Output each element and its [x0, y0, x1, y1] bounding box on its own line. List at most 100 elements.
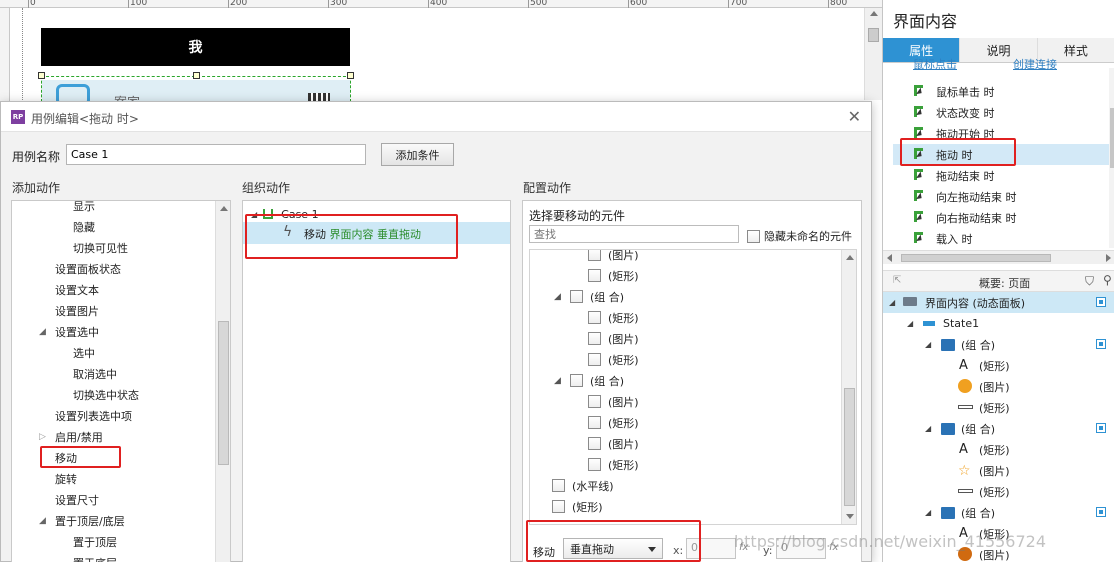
close-icon[interactable]: ✕	[848, 107, 861, 126]
collapse-panel-icon[interactable]: ⇱	[893, 275, 901, 286]
outline-item-group[interactable]: ◢ (组 合)	[883, 418, 1114, 439]
scroll-thumb[interactable]	[901, 254, 1051, 262]
resize-handle[interactable]	[38, 72, 45, 79]
scroll-up-icon[interactable]	[846, 255, 854, 260]
widget-tree-item[interactable]: (矩形)	[588, 412, 639, 433]
action-item-rotate[interactable]: 旋转	[55, 468, 77, 489]
widget-tree-item[interactable]: (图片)	[588, 433, 639, 454]
collapse-arrow-icon[interactable]: ◢	[554, 292, 561, 302]
mask-toggle-icon[interactable]	[1096, 297, 1106, 307]
action-item-hide[interactable]: 隐藏	[73, 216, 95, 237]
add-action-scrollbar[interactable]	[215, 201, 230, 562]
widget-tree-item[interactable]: (图片)	[588, 391, 639, 412]
action-item-toggle-selected[interactable]: 切换选中状态	[73, 384, 139, 405]
widget-checkbox[interactable]	[588, 250, 601, 261]
add-condition-button[interactable]: 添加条件	[381, 143, 454, 166]
expand-arrow-icon[interactable]: ▷	[39, 432, 46, 442]
widget-checkbox[interactable]	[588, 458, 601, 471]
search-icon[interactable]: ⚲	[1103, 273, 1112, 287]
outline-item-rect[interactable]: (矩形)	[883, 397, 1114, 418]
outline-item-rect[interactable]: A (矩形)	[883, 439, 1114, 460]
collapse-arrow-icon[interactable]: ◢	[925, 508, 931, 517]
events-horizontal-scrollbar[interactable]	[883, 250, 1114, 264]
mask-toggle-icon[interactable]	[1096, 339, 1106, 349]
outline-item-state[interactable]: ◢ State1	[883, 313, 1114, 334]
resize-handle[interactable]	[193, 72, 200, 79]
event-item[interactable]: 向右拖动结束 时	[893, 207, 1111, 228]
collapse-arrow-icon[interactable]: ◢	[39, 516, 46, 526]
event-item[interactable]: 向左拖动结束 时	[893, 186, 1111, 207]
action-item-set-image[interactable]: 设置图片	[55, 300, 99, 321]
widget-checkbox[interactable]	[588, 437, 601, 450]
widget-tree-item[interactable]: (水平线)	[552, 475, 614, 496]
scroll-thumb[interactable]	[218, 321, 229, 465]
action-item-set-size[interactable]: 设置尺寸	[55, 489, 99, 510]
scroll-thumb[interactable]	[868, 28, 879, 42]
action-item-set-text[interactable]: 设置文本	[55, 279, 99, 300]
widget-checkbox[interactable]	[588, 269, 601, 282]
widget-tree-item[interactable]: (矩形)	[588, 454, 639, 475]
event-item[interactable]: 拖动结束 时	[893, 165, 1111, 186]
action-item-bring-front-back[interactable]: 置于顶层/底层	[55, 510, 125, 531]
scroll-up-icon[interactable]	[220, 206, 228, 211]
scroll-right-icon[interactable]	[1106, 254, 1111, 262]
collapse-arrow-icon[interactable]: ◢	[907, 319, 913, 328]
outline-item-group[interactable]: ◢ (组 合)	[883, 334, 1114, 355]
collapse-arrow-icon[interactable]: ◢	[554, 376, 561, 386]
hide-unnamed-option[interactable]: 隐藏未命名的元件	[747, 228, 852, 244]
widget-checkbox[interactable]	[588, 416, 601, 429]
create-link[interactable]: 创建连接	[1013, 56, 1057, 72]
hide-unnamed-checkbox[interactable]	[747, 229, 760, 243]
action-item-set-list-selected[interactable]: 设置列表选中项	[55, 405, 132, 426]
case-name-input[interactable]	[66, 144, 366, 165]
widget-tree-scrollbar[interactable]	[841, 250, 856, 524]
outline-item-dynamic-panel[interactable]: ◢ 界面内容 (动态面板)	[883, 292, 1114, 313]
outline-item-image[interactable]: ☆ (图片)	[883, 460, 1114, 481]
widget-checkbox[interactable]	[588, 311, 601, 324]
action-item-select[interactable]: 选中	[73, 342, 95, 363]
event-item[interactable]: 状态改变 时	[893, 102, 1111, 123]
widget-checkbox[interactable]	[552, 479, 565, 492]
mask-toggle-icon[interactable]	[1096, 507, 1106, 517]
widget-tree-item[interactable]: (组 合)	[570, 370, 624, 391]
action-item-show[interactable]: 显示	[73, 201, 95, 216]
action-item-set-panel-state[interactable]: 设置面板状态	[55, 258, 121, 279]
dialog-titlebar[interactable]: RP 用例编辑<拖动 时> ✕	[1, 102, 871, 132]
event-item[interactable]: 载入 时	[893, 228, 1111, 249]
outline-item-image[interactable]: (图片)	[883, 376, 1114, 397]
outline-item-group[interactable]: ◢ (组 合)	[883, 502, 1114, 523]
scroll-thumb[interactable]	[844, 388, 855, 506]
canvas-scrollbar[interactable]	[864, 8, 882, 100]
widget-checkbox[interactable]	[588, 332, 601, 345]
mask-toggle-icon[interactable]	[1096, 423, 1106, 433]
scroll-up-icon[interactable]	[870, 11, 878, 16]
widget-tree-item[interactable]: (图片)	[588, 328, 639, 349]
event-item[interactable]: 鼠标单击 时	[893, 81, 1111, 102]
collapse-arrow-icon[interactable]: ◢	[925, 340, 931, 349]
scroll-down-icon[interactable]	[846, 514, 854, 519]
filter-icon[interactable]: ⛉	[1085, 274, 1094, 289]
resize-handle[interactable]	[347, 72, 354, 79]
event-link[interactable]: 鼠标点击	[913, 56, 957, 72]
outline-item-rect[interactable]: (矩形)	[883, 481, 1114, 502]
widget-checkbox[interactable]	[570, 374, 583, 387]
collapse-arrow-icon[interactable]: ◢	[925, 424, 931, 433]
widget-tree-item[interactable]: (矩形)	[588, 265, 639, 286]
outline-item-rect[interactable]: A (矩形)	[883, 355, 1114, 376]
collapse-arrow-icon[interactable]: ◢	[889, 298, 895, 307]
widget-checkbox[interactable]	[552, 500, 565, 513]
header-banner-widget[interactable]: 我	[41, 28, 350, 66]
widget-tree-item[interactable]: (矩形)	[552, 496, 603, 517]
action-item-toggle-visibility[interactable]: 切换可见性	[73, 237, 128, 258]
action-item-bring-to-front[interactable]: 置于顶层	[73, 531, 117, 552]
action-item-send-to-back[interactable]: 置于底层	[73, 552, 117, 562]
scroll-left-icon[interactable]	[887, 254, 892, 262]
widget-tree-item[interactable]: (矩形)	[588, 349, 639, 370]
widget-search-input[interactable]	[529, 225, 739, 243]
widget-checkbox[interactable]	[588, 395, 601, 408]
widget-tree-item[interactable]: (矩形)	[588, 307, 639, 328]
widget-checkbox[interactable]	[570, 290, 583, 303]
scroll-thumb[interactable]	[1110, 108, 1114, 168]
collapse-arrow-icon[interactable]: ◢	[39, 327, 46, 337]
action-item-unselect[interactable]: 取消选中	[73, 363, 117, 384]
